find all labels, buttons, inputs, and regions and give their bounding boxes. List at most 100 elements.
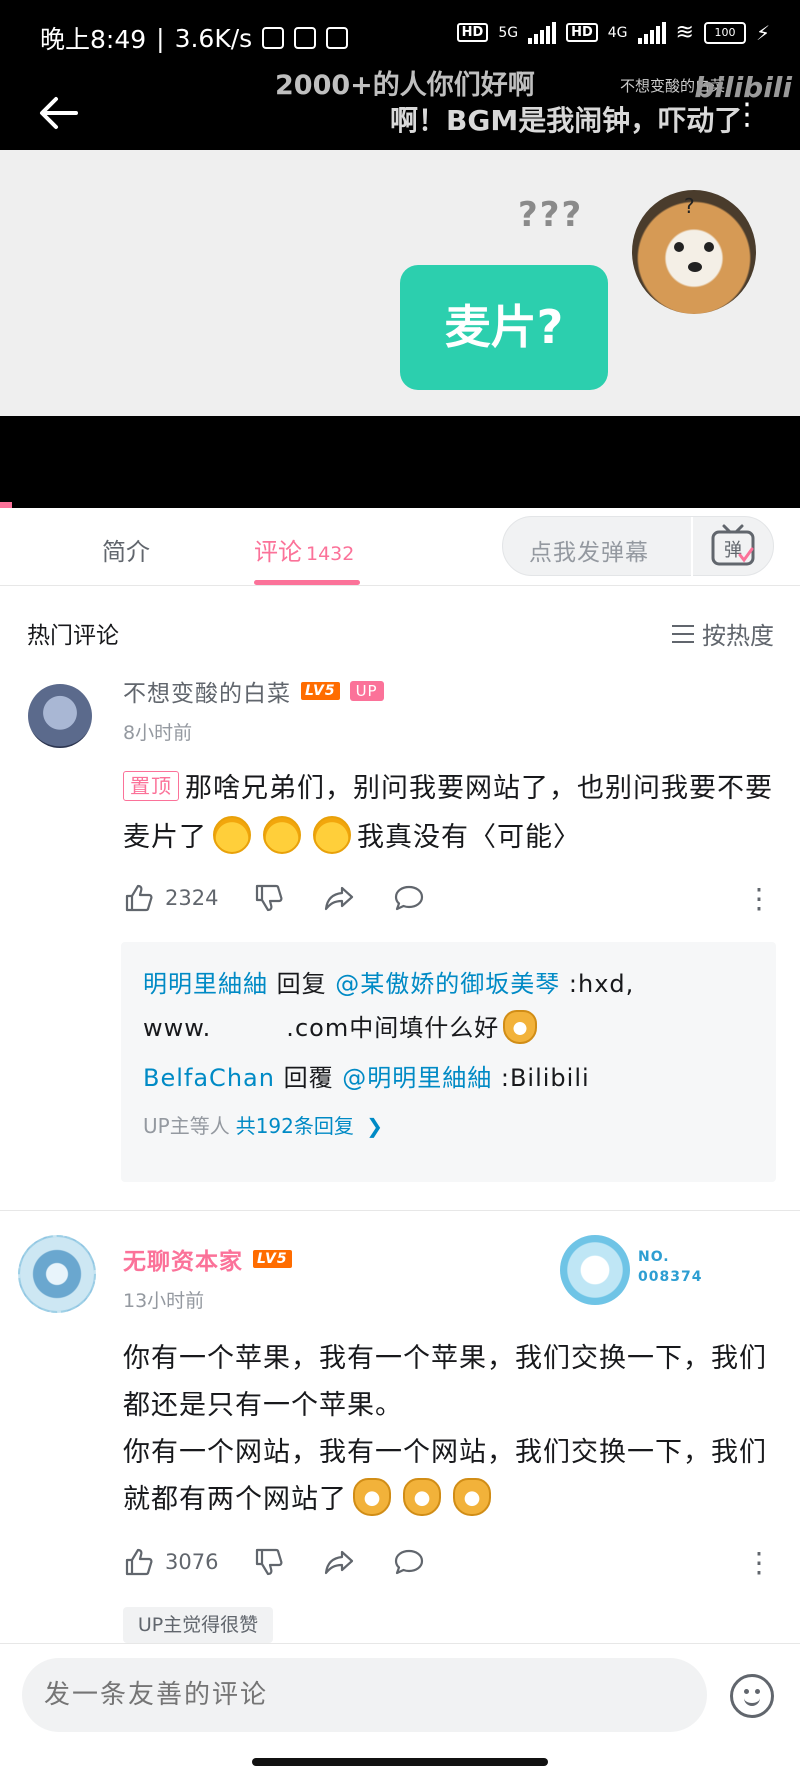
danmaku-text: 2000+的人你们好啊	[275, 70, 535, 101]
video-frame[interactable]: ??? 麦片? ?	[0, 150, 800, 416]
dislike-button[interactable]	[253, 1546, 323, 1578]
chevron-right-icon: ❯	[366, 1114, 384, 1138]
status-time: 晚上8:49	[40, 25, 147, 54]
reply-summary-prefix: UP主等人	[143, 1114, 230, 1138]
comment-username[interactable]: 无聊资本家 LV5	[123, 1242, 292, 1276]
thumbs-down-icon	[255, 1548, 283, 1576]
emoji-picker-icon[interactable]	[730, 1674, 774, 1718]
like-count: 2324	[165, 886, 219, 910]
video-player-bottom[interactable]	[0, 416, 800, 508]
doge-emoji-icon	[353, 1478, 391, 1516]
tab-comments[interactable]: 评论 1432	[254, 532, 354, 567]
fan-medal[interactable]: NO. 008374	[560, 1235, 750, 1305]
share-button[interactable]	[323, 882, 393, 914]
fan-medal-image	[560, 1235, 630, 1305]
speech-bubble-icon	[394, 1549, 424, 1575]
reply-text: :hxd,	[568, 970, 635, 998]
back-arrow-icon[interactable]	[38, 95, 78, 131]
network-5g-label: 5G	[498, 24, 519, 41]
doge-emoji-icon	[503, 1010, 538, 1044]
hd-icon-2: HD	[566, 23, 598, 42]
like-button[interactable]: 2324	[123, 882, 253, 914]
danmaku-toggle-icon[interactable]: 弹	[710, 523, 756, 569]
sort-icon	[672, 624, 694, 643]
reply-summary-link[interactable]: 共192条回复	[236, 1114, 354, 1138]
comment-text: 置顶 那啥兄弟们，别问我要网站了，也别问我要不要麦片了 我真没有〈可能〉	[123, 764, 773, 862]
battery-icon: 100	[703, 21, 746, 44]
mention-link[interactable]: @明明里紬紬	[342, 1064, 492, 1092]
charging-icon: ⚡	[755, 20, 770, 45]
reply-preview[interactable]: 明明里紬紬 回复 @某傲娇的御坂美琴 :hxd, www. .com中间填什么好…	[121, 942, 776, 1182]
send-danmaku-button[interactable]: 点我发弹幕 弹	[502, 516, 774, 577]
chat-bubble: 麦片?	[400, 265, 608, 390]
thumbs-up-icon	[125, 1548, 153, 1576]
comment-list-header: 热门评论 按热度	[0, 598, 800, 668]
status-left: 晚上8:49 | 3.6K/s	[40, 20, 349, 56]
share-arrow-icon	[324, 886, 354, 911]
status-right: HD 5G HD 4G ≋ 100 ⚡	[456, 20, 770, 45]
comment-actions: 2324 ⋮	[123, 878, 773, 918]
reply-button[interactable]	[393, 1546, 425, 1578]
like-count: 3076	[165, 1550, 219, 1574]
up-liked-tag: UP主觉得很赞	[123, 1607, 273, 1643]
medal-no-label: NO.	[638, 1249, 670, 1265]
danmaku-text: 啊！BGM是我闹钟，吓动了	[390, 104, 743, 137]
reply-text: :Bilibili	[500, 1064, 590, 1092]
avatar[interactable]	[18, 1235, 96, 1313]
reply-button[interactable]	[393, 882, 425, 914]
thumbs-up-icon	[125, 884, 153, 912]
app-notification-icon	[294, 27, 317, 49]
divider	[691, 517, 693, 577]
signal-icon-2	[637, 21, 666, 44]
sort-button[interactable]: 按热度	[672, 616, 774, 651]
active-tab-indicator	[254, 580, 360, 585]
wifi-icon: ≋	[675, 20, 694, 45]
sort-label: 按热度	[702, 622, 774, 650]
like-button[interactable]: 3076	[123, 1546, 253, 1578]
hot-comments-title: 热门评论	[27, 623, 119, 649]
comment-item: 不想变酸的白菜 LV5 UP 8小时前 置顶 那啥兄弟们，别问我要网站了，也别问我…	[0, 672, 800, 1217]
divider	[0, 1210, 800, 1211]
level-badge: LV5	[253, 1250, 292, 1268]
comment-item: 无聊资本家 LV5 13小时前 NO. 008374 你有一个苹果，我有一个苹果…	[0, 1235, 800, 1645]
up-badge: UP	[349, 681, 384, 701]
status-divider: |	[156, 23, 165, 53]
comment-input-bar	[0, 1643, 800, 1778]
comment-input[interactable]	[22, 1658, 707, 1732]
comment-username[interactable]: 不想变酸的白菜 LV5 UP	[123, 674, 384, 708]
cry-laugh-emoji-icon	[263, 816, 301, 854]
comment-more-icon[interactable]: ⋮	[745, 1546, 773, 1579]
home-indicator[interactable]	[252, 1758, 548, 1766]
video-player-top[interactable]: 2000+的人你们好啊 啊！BGM是我闹钟，吓动了 不想变酸的白菜 bilibi…	[0, 70, 800, 150]
reply-verb: 回覆	[283, 1064, 334, 1092]
avatar[interactable]	[28, 684, 92, 748]
reply-line: 明明里紬紬 回复 @某傲娇的御坂美琴 :hxd,	[143, 964, 634, 999]
tab-intro[interactable]: 简介	[102, 532, 150, 567]
comment-text-line: 你有一个网站，我有一个网站，我们交换一下，我们就都有两个网站了	[123, 1437, 767, 1516]
share-button[interactable]	[323, 1546, 393, 1578]
doge-emoji-icon	[453, 1478, 491, 1516]
cry-laugh-emoji-icon	[313, 816, 351, 854]
share-arrow-icon	[324, 1550, 354, 1575]
reply-user-link[interactable]: BelfaChan	[143, 1064, 275, 1092]
dislike-button[interactable]	[253, 882, 323, 914]
comment-actions: 3076 ⋮	[123, 1542, 773, 1582]
network-4g-label: 4G	[607, 24, 628, 41]
question-marks-text: ???	[518, 195, 584, 235]
avatar-question-mark: ?	[684, 194, 695, 218]
reply-line: BelfaChan 回覆 @明明里紬紬 :Bilibili	[143, 1058, 590, 1093]
doge-emoji-icon	[403, 1478, 441, 1516]
tab-comments-count: 1432	[306, 543, 355, 565]
pinned-badge: 置顶	[123, 771, 179, 801]
medal-no-value: 008374	[638, 1269, 703, 1285]
mention-link[interactable]: @某傲娇的御坂美琴	[335, 970, 560, 998]
reply-user-link[interactable]: 明明里紬紬	[143, 970, 268, 998]
fan-medal-number: NO. 008374	[638, 1247, 702, 1287]
comment-more-icon[interactable]: ⋮	[745, 882, 773, 915]
more-options-icon[interactable]: ⋮	[732, 97, 762, 132]
view-all-replies[interactable]: UP主等人 共192条回复 ❯	[143, 1110, 383, 1139]
app-notification-icon-2	[326, 27, 349, 49]
comment-time: 8小时前	[123, 722, 193, 744]
comment-time: 13小时前	[123, 1290, 205, 1312]
thumbs-down-icon	[255, 884, 283, 912]
